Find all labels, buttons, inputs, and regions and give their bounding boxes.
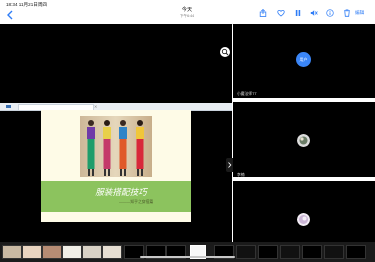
collapse-panel-handle[interactable] — [226, 158, 233, 172]
slide-byline: ———知乎之穿搭篇 — [119, 200, 154, 204]
mute-icon[interactable] — [310, 9, 318, 17]
edit-button[interactable]: 编辑 — [355, 10, 364, 16]
chevron-right-icon — [228, 162, 232, 168]
trash-icon[interactable] — [343, 9, 351, 17]
thumbnail[interactable] — [22, 245, 42, 259]
info-icon[interactable] — [326, 9, 334, 17]
thumbnail[interactable] — [2, 245, 22, 259]
browser-menu-icon — [6, 105, 11, 108]
participant-tile[interactable]: 用户 小魔法师TT — [233, 24, 375, 98]
participant-name: 李楠 — [237, 173, 245, 177]
thumbnail[interactable] — [102, 245, 122, 259]
album-subtitle: 下午6:44 — [179, 14, 195, 18]
model-figure — [136, 120, 144, 176]
participant-name: 小魔法师TT — [237, 92, 257, 96]
home-indicator — [140, 256, 235, 258]
top-bar: 18:34 11月21日周四 今天 下午6:44 编辑 — [0, 0, 375, 25]
magnify-icon[interactable] — [220, 47, 230, 57]
close-tab-icon[interactable]: ✕ — [94, 104, 97, 109]
thumbnail[interactable] — [258, 245, 278, 259]
slide-title-band: 服装搭配技巧 ———知乎之穿搭篇 — [41, 181, 191, 212]
model-figure — [119, 120, 127, 176]
avatar: 用户 — [296, 52, 311, 67]
album-title-block: 今天 下午6:44 — [137, 7, 237, 19]
slide-title: 服装搭配技巧 — [95, 187, 147, 197]
status-time: 18:34 11月21日周四 — [6, 2, 48, 7]
thumbnail[interactable] — [42, 245, 62, 259]
thumbnail[interactable] — [236, 245, 256, 259]
avatar — [297, 213, 310, 226]
thumbnail[interactable] — [346, 245, 366, 259]
thumbnail[interactable] — [324, 245, 344, 259]
thumbnail[interactable] — [280, 245, 300, 259]
avatar — [297, 134, 310, 147]
heart-icon[interactable] — [277, 9, 285, 17]
chevron-left-icon[interactable] — [6, 10, 14, 20]
model-figure — [103, 120, 111, 176]
model-figure — [87, 120, 95, 176]
thumbnail-strip[interactable] — [0, 242, 375, 262]
pause-icon[interactable] — [294, 9, 302, 17]
participant-tile[interactable]: 李楠 — [233, 102, 375, 177]
participants-panel: 用户 小魔法师TT 李楠 — [233, 24, 375, 242]
thumbnail[interactable] — [62, 245, 82, 259]
slide-photo — [80, 116, 152, 177]
thumbnail[interactable] — [82, 245, 102, 259]
thumbnail[interactable] — [302, 245, 322, 259]
participant-tile[interactable] — [233, 181, 375, 242]
shared-screen-pane[interactable]: ✕ 服装搭配技巧 ———知乎之穿搭篇 — [0, 24, 233, 242]
share-icon[interactable] — [259, 9, 267, 17]
album-title: 今天 — [181, 7, 193, 13]
presentation-slide: 服装搭配技巧 ———知乎之穿搭篇 — [41, 110, 191, 222]
